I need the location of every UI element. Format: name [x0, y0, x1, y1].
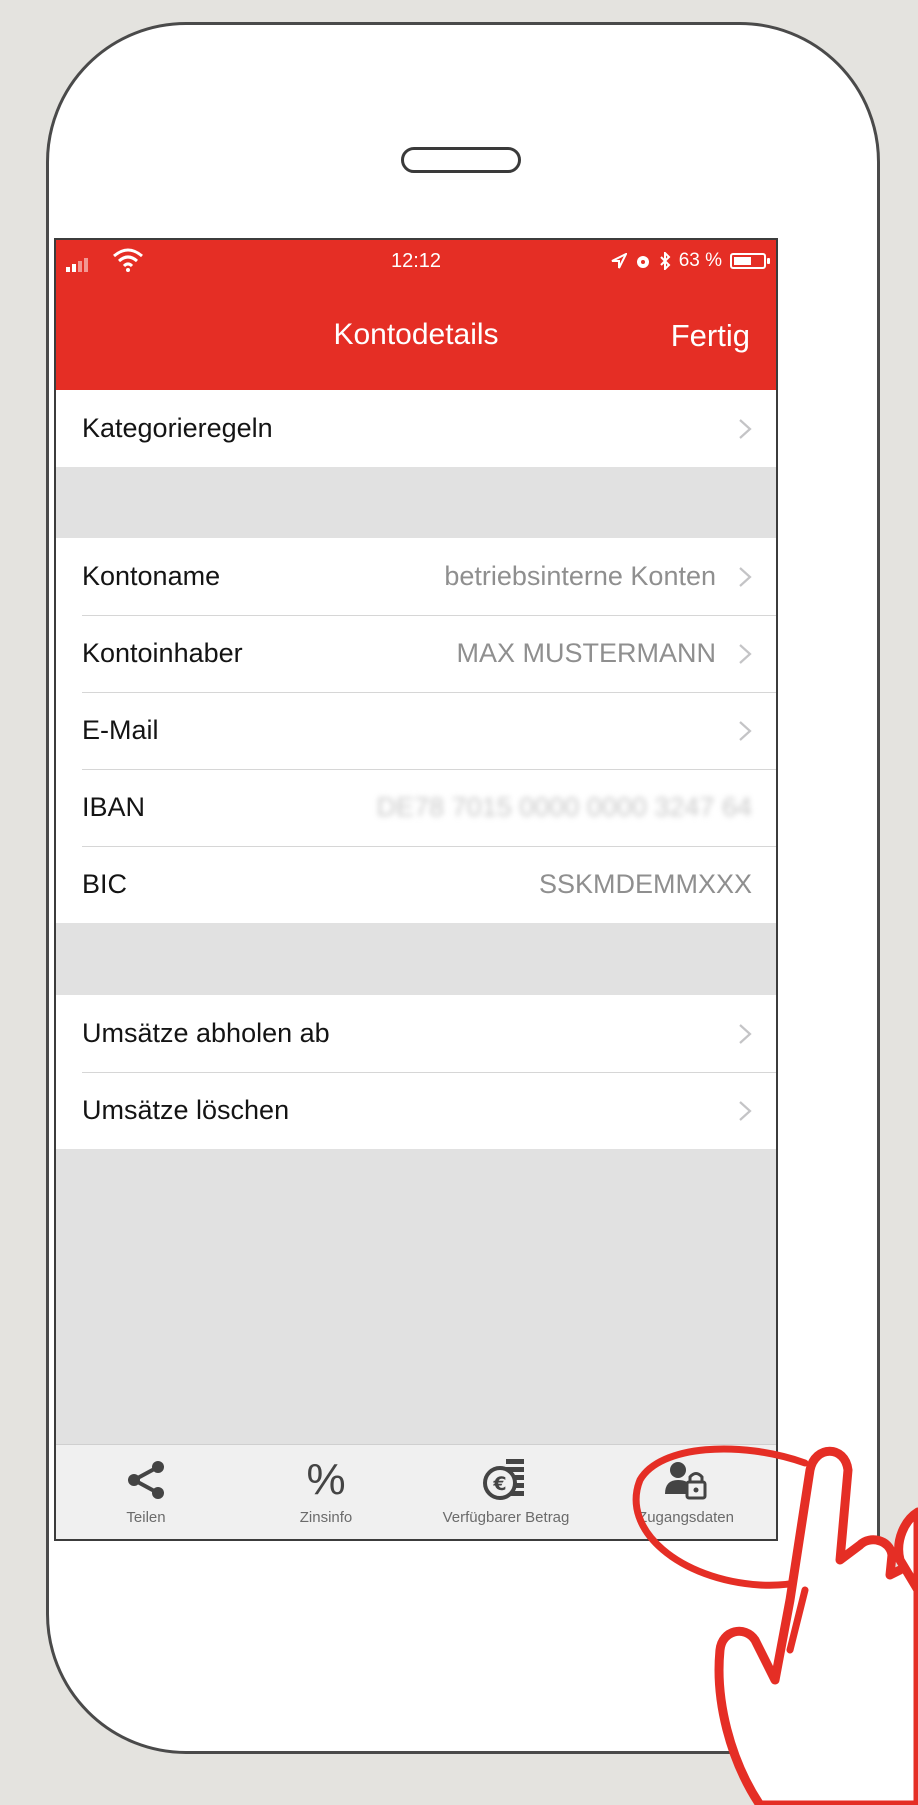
row-label: IBAN — [82, 792, 146, 822]
user-lock-icon — [665, 1462, 707, 1500]
row-value: betriebsinterne Konten — [444, 561, 716, 591]
tab-teilen[interactable]: Teilen — [56, 1445, 236, 1539]
row-kontoname[interactable]: Kontoname betriebsinterne Konten — [56, 538, 776, 615]
section-account: Kontoname betriebsinterne Konten Kontoin… — [56, 538, 776, 923]
row-label: Umsätze löschen — [82, 1095, 290, 1125]
share-icon — [128, 1461, 164, 1499]
page-title: Kontodetails — [333, 318, 499, 351]
tab-zugangsdaten[interactable]: Zugangsdaten — [596, 1445, 776, 1539]
battery-fill — [734, 257, 751, 265]
app-header: 12:12 63 % Kontodetails Fertig — [56, 240, 776, 390]
row-label: BIC — [82, 869, 128, 899]
battery-icon — [730, 253, 770, 269]
section-categories: Kategorieregeln — [56, 390, 776, 467]
row-email[interactable]: E-Mail — [56, 692, 776, 769]
chevron-right-icon — [739, 1100, 752, 1121]
iban-value: DE78 7015 0000 0000 3247 64 — [376, 792, 752, 822]
chevron-right-icon — [739, 418, 752, 439]
row-umsaetze-loeschen[interactable]: Umsätze löschen — [56, 1072, 776, 1149]
row-bic: BIC SSKMDEMMXXX — [56, 846, 776, 923]
row-label: Kategorieregeln — [82, 413, 273, 443]
status-right: 63 % — [611, 250, 770, 272]
phone-speaker — [401, 147, 521, 173]
tab-label: Teilen — [126, 1509, 166, 1526]
tab-label: Zugangsdaten — [638, 1509, 734, 1526]
status-bar: 12:12 63 % — [56, 240, 776, 284]
tab-label: Zinsinfo — [299, 1509, 353, 1526]
svg-text:€: € — [492, 1473, 506, 1495]
tab-bar: Teilen % Zinsinfo € Verfügbarer Betrag Z… — [56, 1444, 776, 1539]
alarm-icon — [636, 256, 649, 268]
percent-icon: % — [306, 1455, 346, 1504]
row-kategorieregeln[interactable]: Kategorieregeln — [56, 390, 776, 467]
row-kontoinhaber[interactable]: Kontoinhaber MAX MUSTERMANN — [56, 615, 776, 692]
battery-percent: 63 % — [678, 250, 722, 271]
row-label: Kontoinhaber — [82, 638, 243, 668]
section-transactions: Umsätze abholen ab Umsätze löschen — [56, 995, 776, 1149]
app-screen: 12:12 63 % Kontodetails Fertig Kategorie… — [54, 238, 778, 1541]
row-label: Umsätze abholen ab — [82, 1018, 330, 1048]
tab-label: Verfügbarer Betrag — [442, 1509, 570, 1526]
bluetooth-icon — [659, 252, 671, 270]
tab-verfuegbarer-betrag[interactable]: € Verfügbarer Betrag — [416, 1445, 596, 1539]
done-button[interactable]: Fertig — [671, 318, 750, 354]
bic-value: SSKMDEMMXXX — [538, 869, 752, 899]
row-label: Kontoname — [82, 561, 221, 591]
row-umsaetze-abholen[interactable]: Umsätze abholen ab — [56, 995, 776, 1072]
location-icon — [611, 253, 627, 269]
chevron-right-icon — [739, 566, 752, 587]
chevron-right-icon — [739, 1023, 752, 1044]
chevron-right-icon — [739, 643, 752, 664]
row-value: MAX MUSTERMANN — [456, 638, 716, 668]
coins-euro-icon: € — [483, 1459, 524, 1500]
tab-zinsinfo[interactable]: % Zinsinfo — [236, 1445, 416, 1539]
row-label: E-Mail — [82, 715, 159, 745]
row-iban: IBAN DE78 7015 0000 0000 3247 64 — [56, 769, 776, 846]
chevron-right-icon — [739, 720, 752, 741]
